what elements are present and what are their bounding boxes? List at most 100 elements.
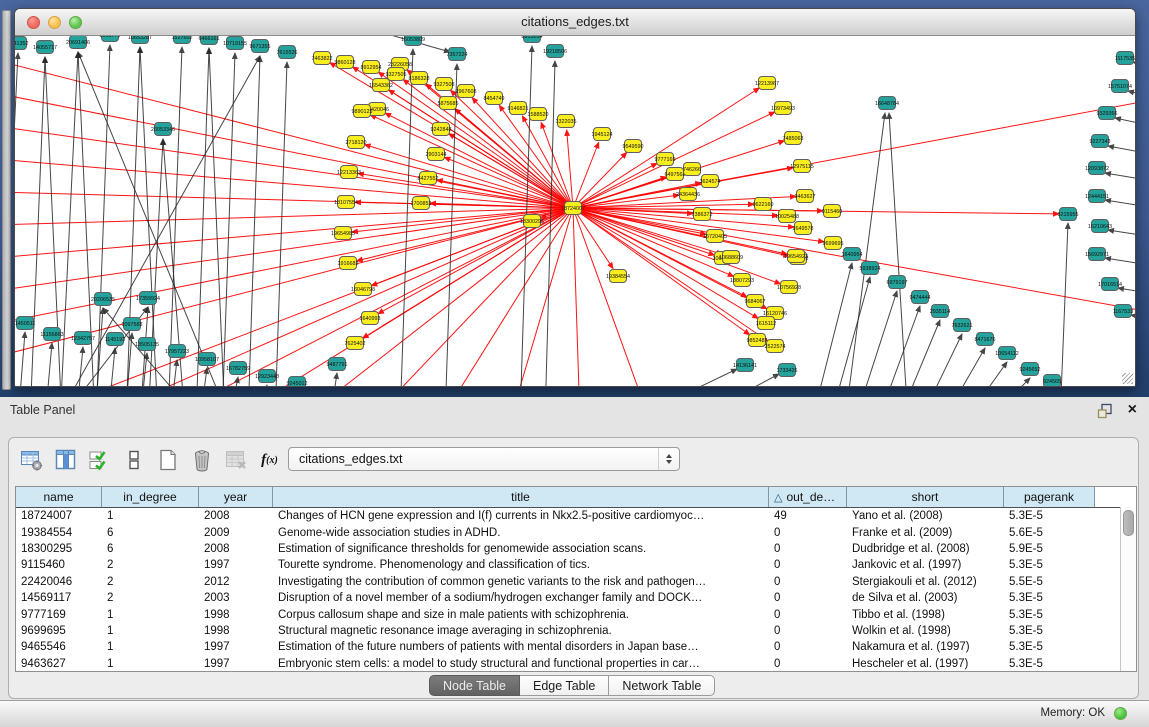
close-panel-icon[interactable]: ×	[1128, 400, 1137, 420]
table-cell[interactable]: 5.3E-5	[1004, 625, 1095, 637]
tab-edge-table[interactable]: Edge Table	[520, 675, 609, 696]
table-row[interactable]: 1872400712008Changes of HCN gene express…	[16, 508, 1136, 524]
table-cell[interactable]: 9463627	[16, 658, 102, 670]
table-cell[interactable]: 1997	[199, 559, 273, 571]
table-row[interactable]: 911546021997Tourette syndrome. Phenomeno…	[16, 557, 1136, 573]
table-cell[interactable]: Structural magnetic resonance image aver…	[273, 625, 769, 637]
table-cell[interactable]: 9699695	[16, 625, 102, 637]
table-cell[interactable]: Yano et al. (2008)	[847, 510, 1004, 522]
table-cell[interactable]: Hescheler et al. (1997)	[847, 658, 1004, 670]
rows-icon[interactable]	[121, 448, 146, 473]
table-row[interactable]: 946554611997Estimation of the future num…	[16, 639, 1136, 655]
table-cell[interactable]: Changes of HCN gene expression and I(f) …	[273, 510, 769, 522]
table-cell[interactable]: 1	[102, 641, 199, 653]
table-cell[interactable]: 5.6E-5	[1004, 527, 1095, 539]
table-cell[interactable]: 6	[102, 543, 199, 555]
table-cell[interactable]: Disruption of a novel member of a sodium…	[273, 592, 769, 604]
table-cell[interactable]: 5.9E-5	[1004, 543, 1095, 555]
table-cell[interactable]: 0	[769, 592, 847, 604]
table-cell[interactable]: 18724007	[16, 510, 102, 522]
column-header-year[interactable]: year	[199, 487, 273, 507]
table-cell[interactable]: 0	[769, 609, 847, 621]
table-cell[interactable]: 9465546	[16, 641, 102, 653]
table-cell[interactable]: 0	[769, 543, 847, 555]
table-cell[interactable]: 18300295	[16, 543, 102, 555]
table-cell[interactable]: Genome-wide association studies in ADHD.	[273, 527, 769, 539]
table-cell[interactable]: 1	[102, 609, 199, 621]
table-cell[interactable]: Franke et al. (2009)	[847, 527, 1004, 539]
table-cell[interactable]: 1998	[199, 625, 273, 637]
table-cell[interactable]: 1997	[199, 641, 273, 653]
table-row[interactable]: 969969511998Structural magnetic resonanc…	[16, 623, 1136, 639]
table-cell[interactable]: Nakamura et al. (1997)	[847, 641, 1004, 653]
table-cell[interactable]: Stergiakouli et al. (2012)	[847, 576, 1004, 588]
collapsed-control-panel[interactable]	[2, 10, 11, 390]
table-cell[interactable]: 1997	[199, 658, 273, 670]
new-table-icon[interactable]	[155, 448, 180, 473]
table-cell[interactable]: 1	[102, 658, 199, 670]
show-columns-icon[interactable]	[53, 448, 78, 473]
table-cell[interactable]: 5.3E-5	[1004, 641, 1095, 653]
column-header-out_de[interactable]: △out_de…	[769, 487, 847, 507]
table-cell[interactable]: Embryonic stem cells: a model to study s…	[273, 658, 769, 670]
table-cell[interactable]: Jankovic et al. (1997)	[847, 559, 1004, 571]
table-selector[interactable]: citations_edges.txt	[288, 447, 680, 471]
table-row[interactable]: 1938455462009Genome-wide association stu…	[16, 524, 1136, 540]
table-cell[interactable]: 1998	[199, 609, 273, 621]
table-cell[interactable]: 1	[102, 625, 199, 637]
table-cell[interactable]: 2008	[199, 543, 273, 555]
table-row[interactable]: 1456911722003Disruption of a novel membe…	[16, 590, 1136, 606]
table-row[interactable]: 1830029562008Estimation of significance …	[16, 541, 1136, 557]
table-cell[interactable]: Estimation of significance thresholds fo…	[273, 543, 769, 555]
table-cell[interactable]: 0	[769, 527, 847, 539]
delete-rows-icon[interactable]	[189, 448, 214, 473]
table-cell[interactable]: 5.3E-5	[1004, 559, 1095, 571]
table-cell[interactable]: 2	[102, 592, 199, 604]
column-header-short[interactable]: short	[847, 487, 1004, 507]
table-cell[interactable]: 22420046	[16, 576, 102, 588]
table-cell[interactable]: 5.3E-5	[1004, 609, 1095, 621]
table-cell[interactable]: 2003	[199, 592, 273, 604]
column-header-in_degree[interactable]: in_degree	[102, 487, 199, 507]
select-rows-icon[interactable]	[87, 448, 112, 473]
window-resize-handle[interactable]	[1122, 373, 1133, 384]
table-cell[interactable]: 5.3E-5	[1004, 658, 1095, 670]
table-cell[interactable]: 0	[769, 641, 847, 653]
table-cell[interactable]: de Silva et al. (2003)	[847, 592, 1004, 604]
table-cell[interactable]: 1	[102, 510, 199, 522]
column-header-pagerank[interactable]: pagerank	[1004, 487, 1095, 507]
table-row[interactable]: 2242004622012Investigating the contribut…	[16, 574, 1136, 590]
table-cell[interactable]: 6	[102, 527, 199, 539]
function-builder-icon[interactable]: f(x)	[257, 448, 282, 473]
table-cell[interactable]: Dudbridge et al. (2008)	[847, 543, 1004, 555]
table-cell[interactable]: 14569117	[16, 592, 102, 604]
table-cell[interactable]: Wolkin et al. (1998)	[847, 625, 1004, 637]
table-cell[interactable]: 2	[102, 576, 199, 588]
table-cell[interactable]: 5.5E-5	[1004, 576, 1095, 588]
destroy-table-icon[interactable]	[223, 448, 248, 473]
table-cell[interactable]: 19384554	[16, 527, 102, 539]
network-canvas[interactable]: 1830029519384554746382298601288912954232…	[15, 36, 1135, 386]
table-settings-icon[interactable]	[19, 448, 44, 473]
table-cell[interactable]: 5.3E-5	[1004, 592, 1095, 604]
table-cell[interactable]: 0	[769, 559, 847, 571]
table-cell[interactable]: 2012	[199, 576, 273, 588]
table-cell[interactable]: 2	[102, 559, 199, 571]
table-cell[interactable]: 0	[769, 625, 847, 637]
table-cell[interactable]: 0	[769, 658, 847, 670]
tab-network-table[interactable]: Network Table	[609, 675, 715, 696]
float-panel-icon[interactable]	[1097, 403, 1113, 419]
table-cell[interactable]: Tibbo et al. (1998)	[847, 609, 1004, 621]
table-cell[interactable]: Estimation of the future numbers of pati…	[273, 641, 769, 653]
table-scrollbar[interactable]	[1120, 507, 1136, 671]
table-row[interactable]: 977716911998Corpus callosum shape and si…	[16, 606, 1136, 622]
column-header-name[interactable]: name	[16, 487, 102, 507]
table-cell[interactable]: 5.3E-5	[1004, 510, 1095, 522]
table-cell[interactable]: Tourette syndrome. Phenomenology and cla…	[273, 559, 769, 571]
column-header-title[interactable]: title	[273, 487, 769, 507]
network-window-titlebar[interactable]: citations_edges.txt	[15, 9, 1135, 36]
table-cell[interactable]: 9115460	[16, 559, 102, 571]
table-cell[interactable]: 49	[769, 510, 847, 522]
scrollbar-thumb[interactable]	[1123, 510, 1134, 536]
tab-node-table[interactable]: Node Table	[429, 675, 520, 696]
